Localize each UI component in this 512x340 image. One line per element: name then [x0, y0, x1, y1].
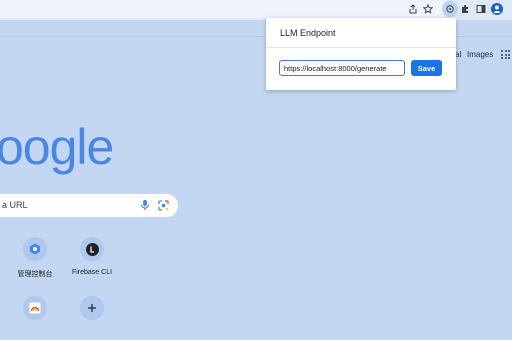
shortcut-app[interactable] [3, 296, 67, 340]
firebase-cli-icon [80, 237, 104, 261]
shortcut-firebase-cli[interactable]: Firebase CLI [60, 237, 124, 281]
add-shortcut-icon [80, 296, 104, 320]
microphone-icon[interactable] [139, 199, 151, 211]
llm-endpoint-popup: LLM Endpoint Save [266, 18, 456, 90]
share-icon[interactable] [406, 2, 420, 16]
address-bar[interactable] [0, 0, 445, 18]
google-logo: oogle [0, 119, 114, 175]
apps-grid-icon[interactable] [501, 50, 510, 59]
llm-extension-icon[interactable] [442, 1, 458, 17]
browser-toolbar [0, 0, 512, 20]
search-placeholder: a URL [2, 200, 28, 210]
endpoint-url-input[interactable] [279, 60, 405, 76]
profile-avatar-icon[interactable] [490, 2, 504, 16]
extensions-puzzle-icon[interactable] [458, 2, 472, 16]
search-box[interactable]: a URL [0, 194, 178, 217]
shortcut-console[interactable]: 管理控制台 [3, 237, 67, 281]
add-shortcut-button[interactable] [60, 296, 124, 340]
images-link[interactable]: Images [467, 50, 493, 59]
side-panel-icon[interactable] [474, 2, 488, 16]
shortcut-label: Firebase CLI [71, 269, 113, 276]
shortcut-label: 管理控制台 [17, 271, 53, 278]
lens-camera-icon[interactable] [157, 199, 169, 211]
bookmark-star-icon[interactable] [421, 2, 435, 16]
popup-divider [266, 47, 456, 48]
console-icon [23, 237, 47, 261]
rainbow-app-icon [23, 296, 47, 320]
popup-title: LLM Endpoint [280, 28, 336, 38]
save-button[interactable]: Save [411, 60, 442, 76]
